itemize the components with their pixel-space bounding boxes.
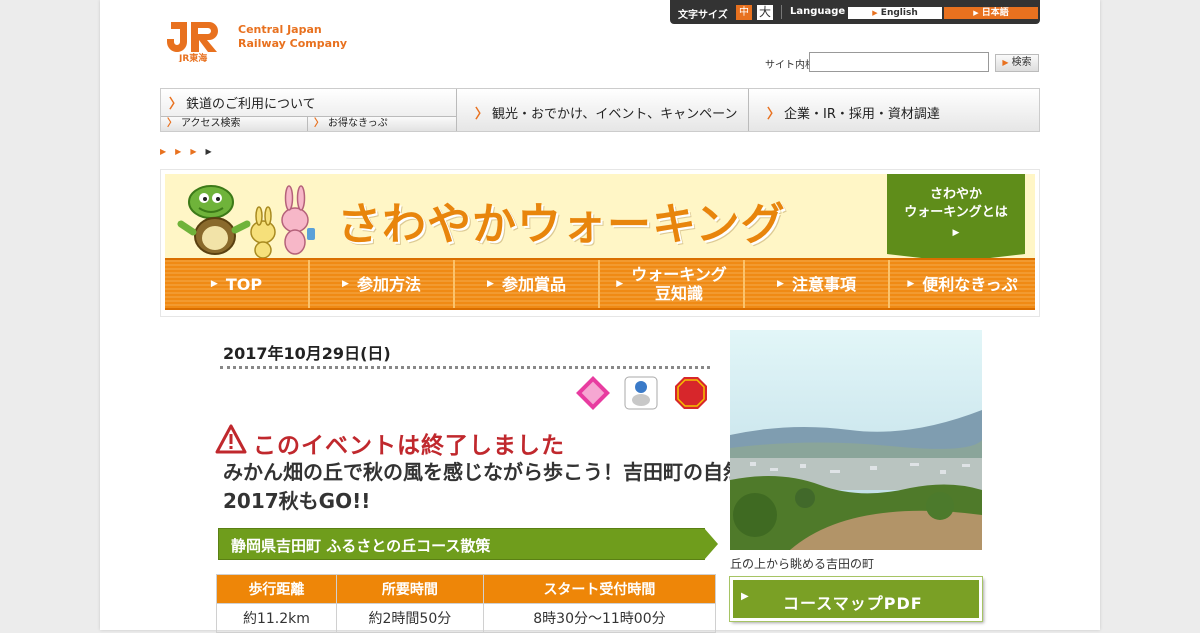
chevron-right-icon: 〉 [314,118,324,129]
breadcrumb-arrow-icon[interactable]: ▶ [190,147,205,156]
arrow-right-icon: ▶ [487,278,494,289]
nav-corporate-label: 企業・IR・採用・資材調達 [784,107,940,122]
walker-badge-icon [624,376,658,410]
tab-notes[interactable]: ▶ 注意事項 [745,260,890,308]
general-course-badge-icon [576,376,610,410]
breadcrumb-arrow-icon[interactable]: ▶ [160,147,175,156]
language-japanese-button[interactable]: ▶ 日本語 [944,7,1038,19]
tab-prizes[interactable]: ▶ 参加賞品 [455,260,600,308]
toolbar-divider [781,5,782,19]
font-size-label: 文字サイズ [678,10,728,21]
jr-central-logo[interactable]: JR東海 Central Japan Railway Company [165,18,348,64]
walking-tabs: ▶ TOP ▶ 参加方法 ▶ 参加賞品 ▶ ウォーキング 豆知識 ▶ 注意事項 ▶ 便利なき… [165,258,1035,310]
utility-toolbar: 文字サイズ 中 大 Language ▶ English ▶ 日本語 [670,0,1040,24]
arrow-right-icon: ▶ [342,278,349,289]
search-button-label: 検索 [1011,57,1032,68]
arrow-right-icon: ▶ [210,278,218,289]
chevron-right-icon: 〉 [767,107,781,122]
tab-tickets[interactable]: ▶ 便利なきっぷ [890,260,1035,308]
chevron-right-icon: 〉 [169,97,183,112]
banner-header: さわやかウォーキング さわやか ウォーキングとは ▶ [165,174,1035,262]
nav-corporate[interactable]: 〉企業・IR・採用・資材調達 [749,89,1039,131]
distance-header: 歩行距離 [216,574,337,604]
event-date: 2017年10月29日(日) [223,344,391,363]
logo-mark-text: JR東海 [178,52,207,62]
breadcrumb-arrow-icon: ▶ [205,147,221,156]
nav-value-tickets[interactable]: 〉お得なきっぷ [308,116,456,131]
duration-value: 約2時間50分 [335,603,484,633]
nav-railway-use[interactable]: 〉鉄道のご利用について 〉アクセス検索 〉お得なきっぷ [161,89,457,131]
duration-header: 所要時間 [335,574,484,604]
start-time-value: 8時30分～11時00分 [482,603,717,633]
language-japanese-label: 日本語 [981,8,1009,18]
font-size-medium-button[interactable]: 中 [736,5,752,20]
about-walking-line2: ウォーキングとは [904,205,1008,220]
about-walking-button[interactable]: さわやか ウォーキングとは ▶ [887,174,1025,262]
course-heading: 静岡県吉田町 ふるさとの丘コース散策 [218,528,718,560]
arrow-right-icon: ▶ [777,278,784,289]
page: JR東海 Central Japan Railway Company 文字サイズ… [100,0,1100,633]
tab-how-to-join-label: 参加方法 [356,274,421,294]
health-badge-icon [675,377,707,409]
arrow-right-icon: ▶ [1002,58,1009,67]
tab-top-label: TOP [225,274,263,294]
tab-notes-label: 注意事項 [791,274,856,294]
language-english-button[interactable]: ▶ English [848,7,942,19]
tab-walking-tips-label: ウォーキング 豆知識 [631,265,727,303]
event-title: みかん畑の丘で秋の風を感じながら歩こう！吉田町の自然満喫ウォーク 2017秋もG… [223,460,863,513]
event-info-table: 歩行距離 所要時間 スタート受付時間 約11.2km 約2時間50分 8時30分… [216,574,717,633]
table-row: 約11.2km 約2時間50分 8時30分～11時00分 [216,603,717,633]
course-photo [730,330,982,550]
company-name: Central Japan Railway Company [238,23,348,50]
nav-access-search-label: アクセス検索 [181,118,241,129]
arrow-right-icon: ▶ [952,228,960,238]
language-label: Language [790,6,846,17]
arrow-right-icon: ▶ [616,278,624,289]
course-map-pdf-label: コースマップPDF [783,594,923,613]
table-header-row: 歩行距離 所要時間 スタート受付時間 [216,574,717,604]
search-button[interactable]: ▶ 検索 [995,54,1039,72]
tab-top[interactable]: ▶ TOP [165,260,310,308]
start-time-header: スタート受付時間 [482,574,717,604]
nav-value-tickets-label: お得なきっぷ [328,118,388,129]
nav-tourism-label: 観光・おでかけ、イベント、キャンペーン [492,107,738,122]
divider [220,366,710,369]
tab-how-to-join[interactable]: ▶ 参加方法 [310,260,455,308]
course-name: 静岡県吉田町 ふるさとの丘コース散策 [231,537,491,555]
language-english-label: English [880,8,918,18]
nav-railway-use-label: 鉄道のご利用について [186,97,316,112]
event-ended-notice: このイベントは終了しました [253,433,565,459]
tab-walking-tips[interactable]: ▶ ウォーキング 豆知識 [600,260,745,308]
course-map-pdf-button[interactable]: ▶ コースマップPDF [730,577,982,621]
chevron-right-icon: 〉 [167,118,177,129]
jr-logo-icon: JR東海 [167,22,218,62]
tab-tickets-label: 便利なきっぷ [922,274,1018,294]
arrow-right-icon: ▶ [907,278,915,289]
breadcrumb: ▶▶▶▶ [160,147,221,156]
nav-access-search[interactable]: 〉アクセス検索 [161,116,308,131]
breadcrumb-arrow-icon[interactable]: ▶ [175,147,190,156]
photo-caption: 丘の上から眺める吉田の町 [730,557,875,571]
mascot-characters-icon [177,185,315,259]
nav-tourism[interactable]: 〉観光・おでかけ、イベント、キャンペーン [457,89,749,131]
global-nav: 〉鉄道のご利用について 〉アクセス検索 〉お得なきっぷ 〉観光・おでかけ、イベン… [160,88,1040,132]
walking-banner: さわやかウォーキング さわやか ウォーキングとは ▶ ▶ TOP ▶ 参加方法 ▶ 参… [160,169,1040,317]
distance-value: 約11.2km [216,603,337,633]
warning-icon [215,424,247,454]
chevron-right-icon: 〉 [475,107,489,122]
search-input[interactable] [809,52,989,72]
banner-title: さわやかウォーキング [337,199,786,250]
tab-prizes-label: 参加賞品 [501,274,566,294]
about-walking-line1: さわやか [929,187,982,202]
arrow-right-icon: ▶ [741,591,749,602]
font-size-large-button[interactable]: 大 [757,5,773,20]
